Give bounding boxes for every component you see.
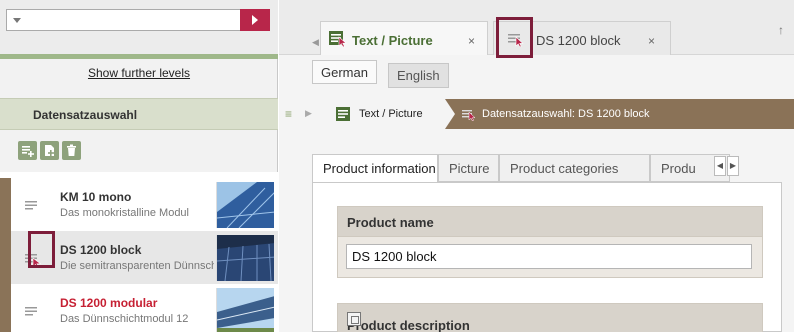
tab-product-information[interactable]: Product information <box>312 154 438 183</box>
record-row-ds1200-modular[interactable]: DS 1200 modular Das Dünnschichtmodul 12 <box>0 284 278 332</box>
dropdown-arrow-icon[interactable] <box>13 18 21 23</box>
record-list: KM 10 mono Das monokristalline Modul DS … <box>0 172 278 332</box>
new-document-icon <box>45 145 54 156</box>
record-title: DS 1200 block <box>60 243 142 257</box>
left-panel: Show further levels Datensatzauswahl KM … <box>0 0 278 332</box>
form-content: Product information Picture Product cate… <box>279 129 794 332</box>
trash-icon <box>67 144 76 156</box>
solar-panel-thumbnail <box>216 235 274 281</box>
solar-panel-thumbnail <box>216 182 274 228</box>
breadcrumb-item-text-picture[interactable]: Text / Picture <box>359 108 423 120</box>
left-panel-toolbar <box>0 0 278 57</box>
product-information-panel: Product name DS 1200 block Product descr… <box>312 182 782 332</box>
record-title: KM 10 mono <box>60 190 132 204</box>
tabs-scroll-right-icon[interactable]: ▶ <box>727 156 739 176</box>
editor-area: ◀ Text / Picture × DS 1200 block × ↑ Ger… <box>279 0 794 332</box>
tab-product-categories[interactable]: Product categories <box>499 154 650 182</box>
language-bar: German English <box>279 56 794 90</box>
tab-label: DS 1200 block <box>536 33 621 48</box>
new-document-button[interactable] <box>40 141 59 160</box>
add-list-icon <box>22 146 34 157</box>
record-icon <box>25 201 37 210</box>
row-stripe <box>0 231 11 284</box>
record-description: Das Dünnschichtmodul 12 <box>60 313 189 325</box>
record-row-ds1200-block[interactable]: DS 1200 block Die semitransparenten Dünn… <box>0 231 278 285</box>
section-title: Datensatzauswahl <box>33 108 138 122</box>
solar-panel-thumbnail <box>216 288 274 332</box>
product-name-body: DS 1200 block <box>337 237 763 278</box>
language-english-button[interactable]: English <box>388 63 449 88</box>
record-icon <box>462 110 476 121</box>
product-description-header: Product description <box>337 303 763 332</box>
product-name-input[interactable]: DS 1200 block <box>346 244 752 269</box>
page-icon <box>336 107 350 121</box>
record-description: Das monokristalline Modul <box>60 207 189 219</box>
add-record-button[interactable] <box>18 141 37 160</box>
delete-button[interactable] <box>62 141 81 160</box>
maximize-icon[interactable] <box>347 312 361 326</box>
breadcrumb-first-segment: ≡ ▶ Text / Picture <box>279 99 455 129</box>
page-icon <box>329 31 347 47</box>
breadcrumb-item-record[interactable]: Datensatzauswahl: DS 1200 block <box>482 108 650 120</box>
product-tabs: Product information Picture Product cate… <box>312 154 782 183</box>
close-icon[interactable]: × <box>648 34 655 48</box>
breadcrumb: ≡ ▶ Text / Picture Datensatzauswahl: DS … <box>279 99 794 129</box>
product-description-label: Product description <box>347 318 470 332</box>
record-row-km10[interactable]: KM 10 mono Das monokristalline Modul <box>0 178 278 232</box>
close-icon[interactable]: × <box>468 34 475 48</box>
green-divider <box>0 54 278 59</box>
language-german-button[interactable]: German <box>312 60 377 84</box>
app-window: Show further levels Datensatzauswahl KM … <box>0 0 794 332</box>
tab-label: Text / Picture <box>352 33 433 48</box>
cursor-icon <box>32 257 42 269</box>
record-title: DS 1200 modular <box>60 296 158 310</box>
expand-tree-icon[interactable]: ≡ <box>285 107 292 121</box>
show-further-levels-link[interactable]: Show further levels <box>0 66 278 80</box>
record-icon <box>25 307 37 316</box>
tabs-scroll-left-icon[interactable]: ◀ <box>714 156 726 176</box>
row-stripe <box>0 178 11 231</box>
tab-scroll-left-icon[interactable]: ◀ <box>312 37 319 48</box>
product-name-label: Product name <box>347 215 434 230</box>
pin-icon[interactable]: ↑ <box>778 23 784 37</box>
chevron-right-icon: ▶ <box>305 108 312 118</box>
section-header: Datensatzauswahl <box>0 98 278 130</box>
tab-text-picture[interactable]: Text / Picture × <box>320 21 488 55</box>
product-name-header: Product name <box>337 206 763 237</box>
record-icon <box>508 34 524 47</box>
tab-bar: ◀ Text / Picture × DS 1200 block × ↑ <box>279 0 794 58</box>
selection-combobox[interactable] <box>6 9 270 31</box>
record-description: Die semitransparenten Dünnschichtmodule <box>60 260 214 272</box>
row-stripe <box>0 284 11 332</box>
tab-picture[interactable]: Picture <box>438 154 499 182</box>
tab-ds1200-block[interactable]: DS 1200 block × <box>493 21 671 55</box>
go-button[interactable] <box>240 9 270 31</box>
